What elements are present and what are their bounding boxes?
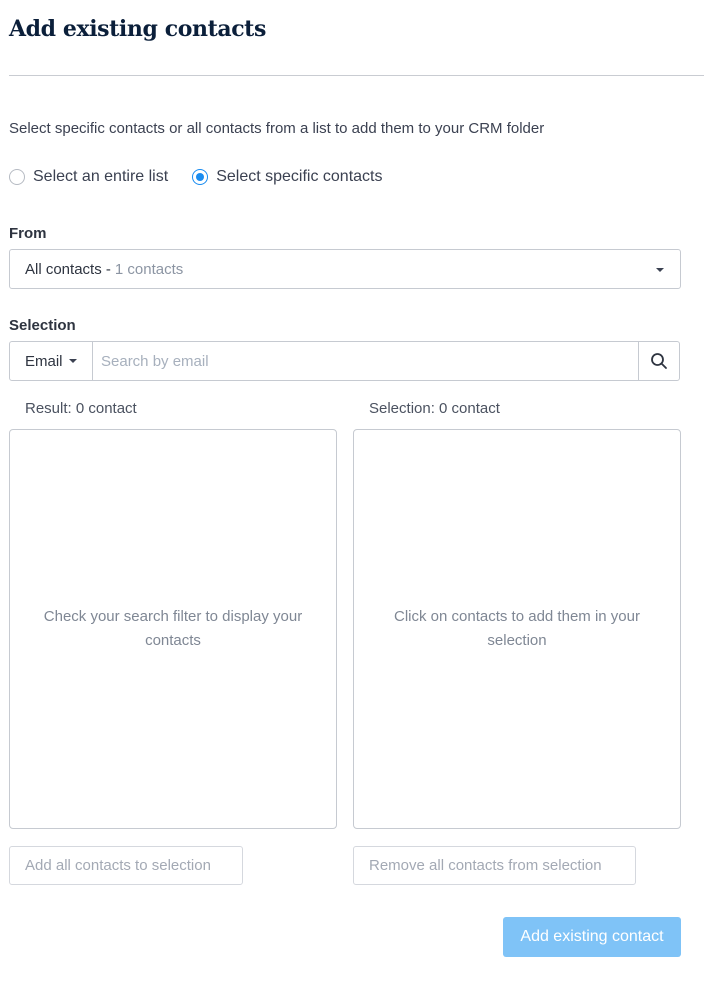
page-title: Add existing contacts	[9, 16, 266, 42]
search-icon	[651, 353, 667, 369]
caret-down-icon	[656, 268, 664, 272]
search-input[interactable]	[93, 342, 638, 380]
result-empty-text: Check your search filter to display your…	[43, 608, 303, 649]
caret-down-icon	[68, 359, 77, 363]
radio-entire-list[interactable]: Select an entire list	[9, 168, 168, 186]
intro-text: Select specific contacts or all contacts…	[9, 120, 545, 137]
result-header: Result: 0 contact	[25, 400, 137, 417]
remove-all-button[interactable]: Remove all contacts from selection	[353, 846, 636, 885]
radio-specific-contacts-label: Select specific contacts	[216, 168, 383, 185]
header-divider	[9, 75, 704, 76]
selection-empty-text: Click on contacts to add them in your se…	[394, 608, 640, 649]
search-bar: Email	[9, 341, 680, 381]
list-select-value: All contacts -	[25, 260, 111, 278]
radio-entire-list-control[interactable]	[9, 169, 25, 185]
result-list[interactable]: Check your search filter to display your…	[9, 429, 337, 829]
radio-specific-contacts-control[interactable]	[192, 169, 209, 185]
add-existing-contact-button[interactable]: Add existing contact	[503, 917, 681, 957]
list-select[interactable]: All contacts - 1 contacts	[9, 249, 681, 289]
radio-specific-contacts[interactable]: Select specific contacts	[192, 168, 382, 186]
selection-list[interactable]: Click on contacts to add them in your se…	[353, 429, 681, 829]
filter-type-value: Email	[25, 352, 63, 370]
mode-radio-group: Select an entire list Select specific co…	[9, 168, 382, 186]
search-button[interactable]	[638, 342, 679, 380]
add-all-button[interactable]: Add all contacts to selection	[9, 846, 243, 885]
selection-label: Selection	[9, 317, 76, 334]
radio-entire-list-label: Select an entire list	[33, 168, 169, 185]
filter-type-dropdown[interactable]: Email	[10, 342, 93, 380]
from-label: From	[9, 225, 47, 242]
list-select-count: 1 contacts	[114, 260, 184, 278]
selection-header: Selection: 0 contact	[369, 400, 500, 417]
